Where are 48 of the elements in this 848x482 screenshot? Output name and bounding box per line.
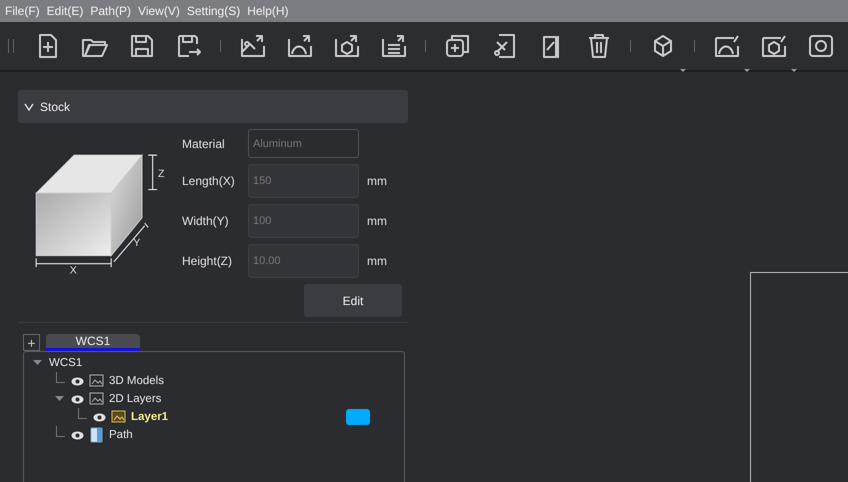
menu-item[interactable]: Setting(S) xyxy=(186,4,240,18)
dropdown-arrow-icon[interactable] xyxy=(744,69,750,72)
tree-item[interactable]: 2D Layers xyxy=(109,393,162,405)
field-label: Width(Y) xyxy=(182,214,230,228)
import-cube-icon[interactable] xyxy=(332,32,360,60)
dropdown-arrow-icon[interactable] xyxy=(680,69,686,72)
import-curve-icon[interactable] xyxy=(286,32,314,60)
unit-label: mm xyxy=(366,214,388,228)
unit-label: mm xyxy=(366,174,388,188)
edit-button[interactable]: Edit xyxy=(304,284,402,317)
field-label: Height(Z) xyxy=(182,254,234,268)
menu-item[interactable]: File(F) xyxy=(5,4,40,18)
eye-icon[interactable] xyxy=(71,376,84,386)
tree-item[interactable]: Layer1 xyxy=(131,411,168,423)
menu-item[interactable]: Help(H) xyxy=(247,4,289,18)
import-image-icon[interactable] xyxy=(238,32,266,60)
field-label: Material xyxy=(182,136,226,150)
expand-arrow-icon[interactable] xyxy=(52,396,66,402)
add-tab-button[interactable]: + xyxy=(23,334,40,351)
eye-icon[interactable] xyxy=(71,394,84,404)
image-icon xyxy=(111,409,126,425)
stock-section-header[interactable]: Stock xyxy=(18,90,408,123)
stock-dimension-drawing: X Y Z xyxy=(18,129,182,317)
menu-item[interactable]: View(V) xyxy=(138,4,180,18)
import-pattern-icon[interactable] xyxy=(380,32,408,60)
image-icon xyxy=(89,391,104,407)
unit-label: mm xyxy=(366,254,388,268)
duplicate-icon[interactable] xyxy=(444,32,472,60)
document-icon xyxy=(89,427,104,443)
tree-item[interactable]: Path xyxy=(109,429,133,441)
layer-color-swatch[interactable] xyxy=(346,409,370,425)
chevron-icon[interactable] xyxy=(24,102,34,110)
tree-line xyxy=(56,426,65,437)
field-label: Length(X) xyxy=(182,174,236,188)
section-title: Stock xyxy=(40,100,70,114)
tree-item[interactable]: WCS1 xyxy=(49,357,82,369)
tree-line xyxy=(78,408,87,419)
eye-icon[interactable] xyxy=(71,430,84,440)
tab[interactable]: WCS1 xyxy=(46,334,140,351)
image-icon xyxy=(89,373,104,389)
target-icon[interactable] xyxy=(806,32,834,60)
menu-item[interactable]: Path(P) xyxy=(90,4,132,18)
eye-icon[interactable] xyxy=(93,412,106,422)
menu-item[interactable]: Edit(E) xyxy=(46,4,84,18)
expand-arrow-icon[interactable] xyxy=(30,360,44,366)
tree-line xyxy=(56,372,65,383)
dropdown-arrow-icon[interactable] xyxy=(791,69,797,72)
tree-item[interactable]: 3D Models xyxy=(109,375,164,387)
